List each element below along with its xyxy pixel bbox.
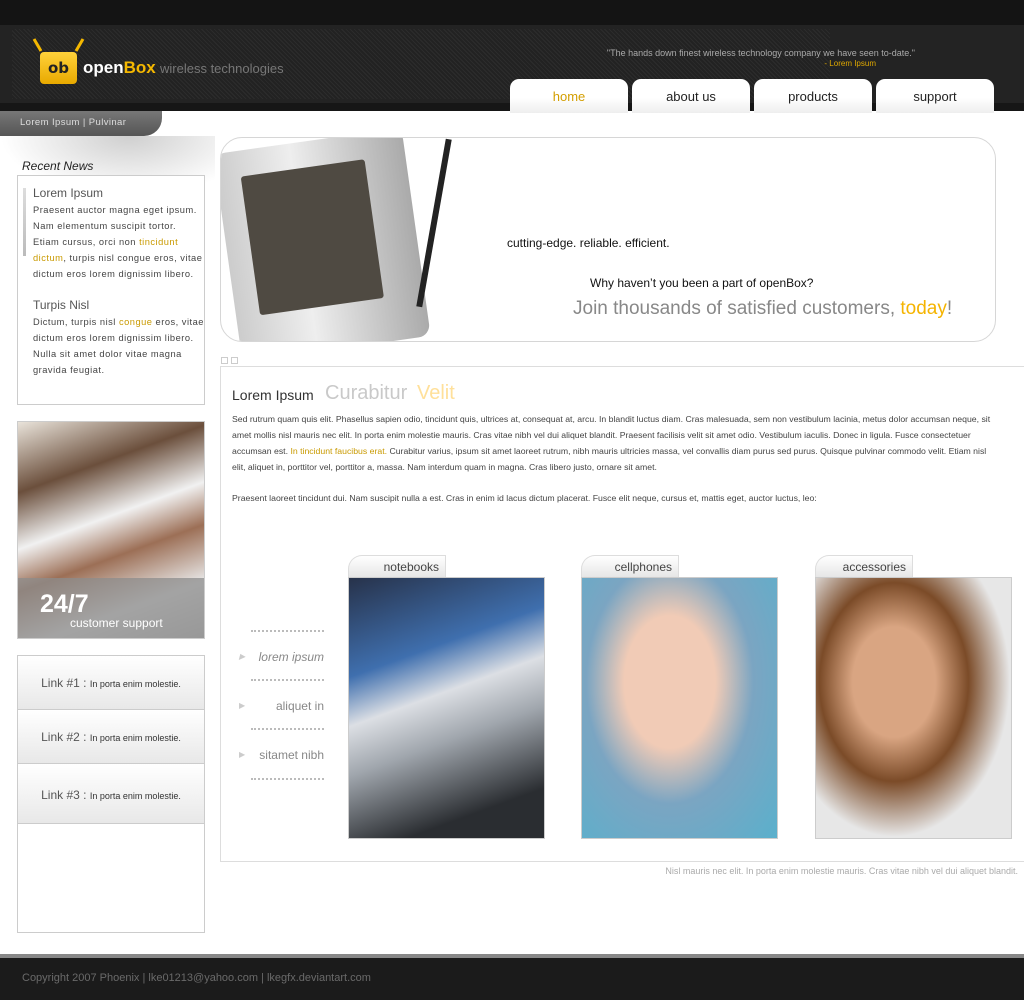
recent-news-heading: Recent News: [22, 159, 94, 173]
content-subtitle-accent: Velit: [417, 382, 455, 404]
content-subtitle: Curabitur: [325, 382, 408, 404]
tab-products[interactable]: products: [754, 79, 872, 113]
hero-tagline: cutting-edge. reliable. efficient.: [507, 236, 670, 250]
side-menu-item[interactable]: ▶ aliquet in: [239, 699, 324, 713]
breadcrumb[interactable]: Lorem Ipsum | Pulvinar: [0, 111, 162, 136]
side-menu-item[interactable]: ▶ lorem ipsum: [239, 650, 324, 664]
product-card-cellphones[interactable]: cellphones: [581, 555, 778, 839]
side-menu-label: aliquet in: [275, 699, 324, 713]
link-label: Link #2 :: [41, 730, 87, 744]
product-tab[interactable]: notebooks: [348, 555, 446, 577]
link-desc: In porta enim molestie.: [89, 733, 181, 743]
content-footnote: Nisl mauris nec elit. In porta enim mole…: [665, 866, 1018, 876]
link-2[interactable]: Link #2 : In porta enim molestie.: [18, 710, 204, 764]
product-card-accessories[interactable]: accessories: [815, 555, 1012, 839]
support-banner[interactable]: 24/7 customer support: [17, 421, 205, 639]
slide-dot[interactable]: [221, 357, 228, 364]
link-1[interactable]: Link #1 : In porta enim molestie.: [18, 656, 204, 710]
brand-box: Box: [123, 58, 156, 77]
quote-author: - Lorem Ipsum: [824, 59, 876, 68]
divider: [251, 778, 324, 780]
support-hours: 24/7: [40, 590, 89, 618]
news-title[interactable]: Lorem Ipsum: [33, 186, 204, 200]
top-bar: [0, 0, 1024, 25]
divider: [251, 728, 324, 730]
copyright: Copyright 2007 Phoenix | lke01213@yahoo.…: [22, 972, 371, 984]
brand-name[interactable]: openBox: [83, 58, 156, 78]
link-desc: In porta enim molestie.: [89, 679, 181, 689]
brand-open: open: [83, 58, 124, 77]
content-panel: Lorem Ipsum Curabitur Velit Sed rutrum q…: [220, 366, 1024, 862]
footer: Copyright 2007 Phoenix | lke01213@yahoo.…: [0, 958, 1024, 1000]
stylus-image: [416, 138, 452, 308]
tab-support[interactable]: support: [876, 79, 994, 113]
logo-icon[interactable]: ob: [40, 52, 77, 84]
pda-image: [221, 138, 431, 341]
side-menu-label: sitamet nibh: [259, 748, 324, 762]
product-tab[interactable]: cellphones: [581, 555, 679, 577]
divider: [251, 679, 324, 681]
product-card-notebooks[interactable]: notebooks: [348, 555, 545, 839]
side-menu-item[interactable]: ▶ sitamet nibh: [239, 748, 324, 762]
side-menu-label: lorem ipsum: [258, 650, 324, 664]
arrow-icon: ▶: [239, 750, 246, 759]
cta-end: !: [946, 298, 953, 319]
notebook-image[interactable]: [348, 577, 545, 839]
news-text: Dictum, turpis nisl congue eros, vitae d…: [33, 314, 204, 378]
arrow-icon: ▶: [239, 701, 246, 710]
cellphone-image[interactable]: [581, 577, 778, 839]
news-item: Turpis Nisl Dictum, turpis nisl congue e…: [33, 298, 204, 378]
news-text: Praesent auctor magna eget ipsum. Nam el…: [33, 202, 204, 282]
brand-subtitle: wireless technologies: [160, 61, 284, 76]
arrow-icon: ▶: [239, 652, 246, 661]
news-text-a: Dictum, turpis nisl: [33, 317, 119, 327]
para-link[interactable]: In tincidunt faucibus erat.: [290, 446, 387, 456]
header-quote: "The hands down finest wireless technolo…: [606, 48, 915, 58]
recent-news-box: Lorem Ipsum Praesent auctor magna eget i…: [17, 175, 205, 405]
support-label: customer support: [70, 616, 163, 630]
hero-cta: Join thousands of satisfied customers, t…: [573, 298, 952, 320]
news-marker: [23, 188, 26, 256]
news-title[interactable]: Turpis Nisl: [33, 298, 204, 312]
links-box: Link #1 : In porta enim molestie. Link #…: [17, 655, 205, 933]
news-item: Lorem Ipsum Praesent auctor magna eget i…: [33, 186, 204, 282]
divider: [251, 630, 324, 632]
cta-text: Join thousands of satisfied customers,: [573, 298, 901, 319]
link-3[interactable]: Link #3 : In porta enim molestie.: [18, 764, 204, 824]
link-desc: In porta enim molestie.: [89, 791, 181, 801]
product-tab[interactable]: accessories: [815, 555, 913, 577]
content-title: Lorem Ipsum: [232, 387, 314, 403]
pda-screen: [240, 159, 384, 316]
link-label: Link #3 :: [41, 788, 87, 802]
slide-dot[interactable]: [231, 357, 238, 364]
news-link[interactable]: congue: [119, 317, 153, 327]
paragraph: Sed rutrum quam quis elit. Phasellus sap…: [232, 411, 992, 475]
accessories-image[interactable]: [815, 577, 1012, 839]
tab-home[interactable]: home: [510, 79, 628, 113]
hero-question: Why haven’t you been a part of openBox?: [590, 276, 814, 290]
tab-about-us[interactable]: about us: [632, 79, 750, 113]
cta-highlight: today: [900, 298, 947, 319]
content-body: Sed rutrum quam quis elit. Phasellus sap…: [232, 411, 992, 521]
hero-banner: cutting-edge. reliable. efficient. Why h…: [220, 137, 996, 342]
link-label: Link #1 :: [41, 676, 87, 690]
paragraph: Praesent laoreet tincidunt dui. Nam susc…: [232, 493, 817, 503]
